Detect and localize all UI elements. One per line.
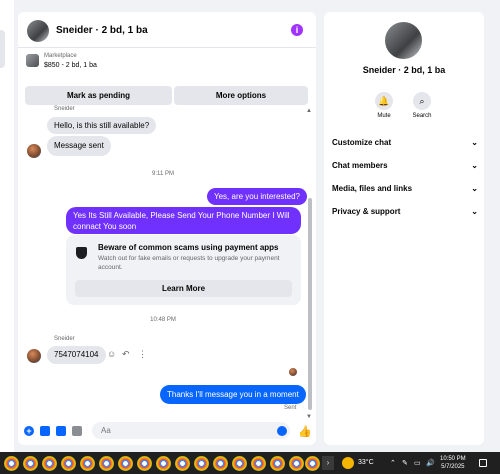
listing-bar: Marketplace $850 - 2 bd, 1 ba Mark as pe… <box>18 49 316 105</box>
chevron-down-icon: ⌄ <box>471 161 478 170</box>
chrome-app-icon[interactable] <box>213 456 228 471</box>
info-icon[interactable]: i <box>291 24 303 36</box>
scam-warning-body: Watch out for fake emails or requests to… <box>98 255 280 262</box>
volume-icon[interactable]: 🔊 <box>426 459 435 467</box>
clock-date: 5/7/2025 <box>441 464 465 470</box>
section-label: Customize chat <box>332 138 392 147</box>
more-options-button[interactable]: More options <box>174 86 308 105</box>
message-line: connact You soon <box>73 222 137 231</box>
scroll-up-icon[interactable]: ▲ <box>306 108 312 114</box>
weather-icon[interactable] <box>342 457 354 469</box>
section-privacy-support[interactable]: Privacy & support ⌄ <box>332 202 478 222</box>
chrome-app-icon[interactable] <box>99 456 114 471</box>
more-icon[interactable]: ⋮ <box>138 349 147 360</box>
chevron-down-icon: ⌄ <box>471 184 478 193</box>
incoming-message[interactable]: Message sent <box>47 136 111 156</box>
clock-time: 10:50 PM <box>440 456 466 462</box>
chrome-app-icon[interactable] <box>42 456 57 471</box>
notification-icon[interactable] <box>479 459 487 467</box>
sender-avatar[interactable] <box>27 144 41 158</box>
scam-warning-body: account. <box>98 264 123 271</box>
sticker-icon[interactable] <box>56 426 66 436</box>
timestamp: 10:48 PM <box>150 317 176 323</box>
react-icon[interactable]: ☺ <box>107 349 116 359</box>
incoming-message[interactable]: Hello, is this still available? <box>47 117 157 134</box>
emoji-icon[interactable] <box>277 426 287 436</box>
clock[interactable]: 10:50 PM 5/7/2025 <box>440 455 466 471</box>
mute-label: Mute <box>377 113 391 119</box>
taskbar: › 33°C ⌃ ✎ ▭ 🔊 10:50 PM 5/7/2025 <box>0 452 500 474</box>
chrome-app-icon[interactable] <box>80 456 95 471</box>
search-label: Search <box>412 113 432 119</box>
shield-icon <box>76 247 87 259</box>
section-label: Media, files and links <box>332 184 413 193</box>
chat-details-panel: Sneider · 2 bd, 1 ba 🔔 ⌕ Mute Search Cus… <box>324 12 484 445</box>
message-status: Sent <box>284 405 297 411</box>
reply-icon[interactable]: ↶ <box>122 349 130 360</box>
mark-pending-button[interactable]: Mark as pending <box>25 86 172 105</box>
message-line: Yes Its Still Available, Please Send You… <box>73 211 290 220</box>
outgoing-message[interactable]: Yes, are you interested? <box>207 188 307 205</box>
listing-source: Marketplace <box>44 53 77 59</box>
chat-avatar[interactable] <box>27 20 49 42</box>
sender-avatar[interactable] <box>27 349 41 363</box>
chrome-app-icon[interactable] <box>23 456 38 471</box>
learn-more-button[interactable]: Learn More <box>75 280 292 297</box>
outgoing-message[interactable]: Thanks I'll message you in a moment <box>160 385 306 404</box>
composer: + 👍 <box>18 417 316 445</box>
profile-avatar[interactable] <box>385 22 422 59</box>
chat-panel: Sneider · 2 bd, 1 ba i Marketplace $850 … <box>18 12 316 445</box>
chrome-app-icon[interactable] <box>118 456 133 471</box>
sender-name: Sneider <box>54 336 75 342</box>
chrome-app-icon[interactable] <box>137 456 152 471</box>
timestamp: 9:11 PM <box>152 171 174 177</box>
like-icon[interactable]: 👍 <box>298 425 312 438</box>
incoming-message[interactable]: 7547074104 <box>47 346 106 364</box>
sender-name: Sneider <box>54 106 75 112</box>
chat-header: Sneider · 2 bd, 1 ba i <box>18 12 316 48</box>
chrome-app-icon[interactable] <box>270 456 285 471</box>
chrome-app-icon[interactable] <box>289 456 304 471</box>
network-icon[interactable]: ▭ <box>414 459 421 467</box>
section-customize-chat[interactable]: Customize chat ⌄ <box>332 133 478 153</box>
chevron-down-icon: ⌄ <box>471 138 478 147</box>
scrollbar[interactable] <box>308 198 312 410</box>
profile-title: Sneider · 2 bd, 1 ba <box>362 65 446 75</box>
search-icon[interactable]: ⌕ <box>413 92 431 110</box>
pen-icon[interactable]: ✎ <box>402 459 408 467</box>
scam-warning-card: Beware of common scams using payment app… <box>66 235 301 305</box>
chevron-down-icon: ⌄ <box>471 207 478 216</box>
scam-warning-title: Beware of common scams using payment app… <box>98 243 279 252</box>
chrome-app-icon[interactable] <box>61 456 76 471</box>
section-media-files[interactable]: Media, files and links ⌄ <box>332 179 478 199</box>
listing-thumbnail[interactable] <box>26 54 39 67</box>
tray-expand-icon[interactable]: ⌃ <box>390 459 396 467</box>
chrome-app-icon[interactable] <box>232 456 247 471</box>
chrome-app-icon[interactable] <box>251 456 266 471</box>
section-label: Privacy & support <box>332 207 401 216</box>
chrome-app-icon[interactable] <box>175 456 190 471</box>
chrome-app-icon[interactable] <box>156 456 171 471</box>
left-edge-tab[interactable] <box>0 30 5 68</box>
plus-icon[interactable]: + <box>24 426 34 436</box>
listing-price[interactable]: $850 - 2 bd, 1 ba <box>44 62 97 69</box>
message-input[interactable] <box>92 422 290 439</box>
chrome-app-icon[interactable] <box>305 456 320 471</box>
section-chat-members[interactable]: Chat members ⌄ <box>332 156 478 176</box>
gif-icon[interactable] <box>72 426 82 436</box>
chat-title[interactable]: Sneider · 2 bd, 1 ba <box>56 25 148 36</box>
chrome-app-icon[interactable] <box>194 456 209 471</box>
seen-avatar <box>289 368 297 376</box>
section-label: Chat members <box>332 161 388 170</box>
overflow-chevron-icon[interactable]: › <box>322 456 334 470</box>
outgoing-message[interactable]: Yes Its Still Available, Please Send You… <box>66 207 301 234</box>
temperature[interactable]: 33°C <box>358 459 374 466</box>
bell-icon[interactable]: 🔔 <box>375 92 393 110</box>
chrome-app-icon[interactable] <box>4 456 19 471</box>
image-icon[interactable] <box>40 426 50 436</box>
